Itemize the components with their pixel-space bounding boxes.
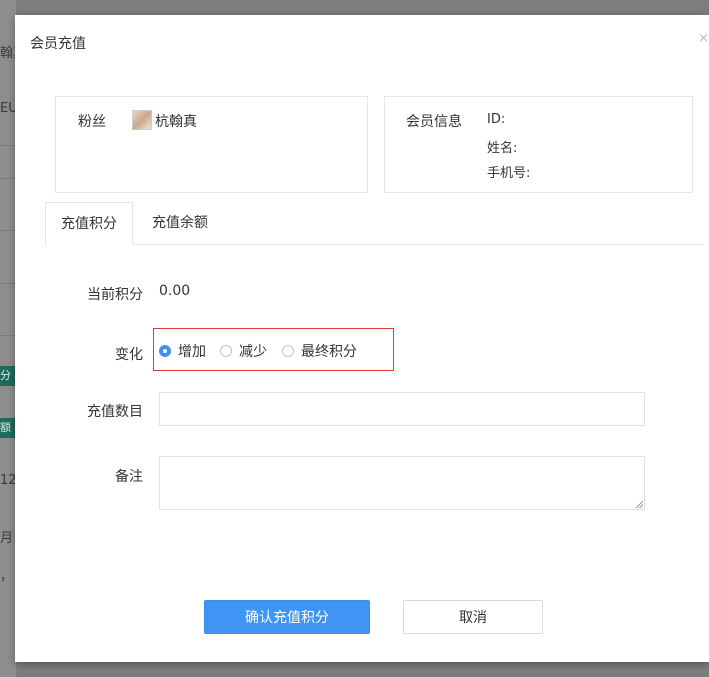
radio-final-points[interactable]: 最终积分 (282, 341, 357, 361)
amount-input[interactable] (159, 392, 645, 426)
bg-divider (0, 283, 16, 284)
radio-decrease-label: 减少 (239, 344, 267, 360)
current-points-value: 0.00 (159, 283, 191, 299)
bg-text-5: ， (0, 569, 14, 584)
confirm-recharge-button[interactable]: 确认充值积分 (204, 600, 370, 634)
background-page: 翰真 EUI 分演 额消 12 月 ， (0, 0, 26, 677)
change-label: 变化 (115, 347, 143, 363)
member-info-card: 会员信息 ID: 姓名: 手机号: (384, 96, 693, 193)
radio-decrease[interactable]: 减少 (220, 341, 267, 361)
member-id-label: ID: (487, 112, 506, 127)
modal-title: 会员充值 (30, 36, 86, 52)
radio-final-points-label: 最终积分 (301, 344, 357, 360)
bg-tag-1: 分演 (0, 366, 16, 386)
recharge-modal: 会员充值 × 粉丝 杭翰真 会员信息 ID: 姓名: 手机号: 充值积分 充值余… (15, 15, 709, 662)
fan-name: 杭翰真 (155, 114, 197, 130)
change-radio-group: 增加 减少 最终积分 (153, 328, 394, 371)
radio-increase-label: 增加 (178, 344, 206, 360)
bg-divider (0, 178, 16, 179)
radio-unchecked-icon (220, 345, 232, 357)
cancel-button[interactable]: 取消 (403, 600, 543, 634)
tab-bar: 充值积分 充值余额 (45, 202, 703, 246)
note-label: 备注 (115, 469, 143, 485)
tab-recharge-balance[interactable]: 充值余额 (137, 202, 223, 244)
bg-text-4: 月 (0, 531, 14, 546)
tab-recharge-points[interactable]: 充值积分 (45, 202, 133, 246)
amount-label: 充值数目 (87, 404, 143, 420)
radio-unchecked-icon (282, 345, 294, 357)
radio-increase[interactable]: 增加 (159, 341, 206, 361)
resize-handle-icon[interactable] (636, 501, 643, 508)
fan-label: 粉丝 (78, 114, 106, 130)
fan-card: 粉丝 杭翰真 (55, 96, 368, 193)
radio-checked-icon (159, 345, 171, 357)
member-phone-label: 手机号: (487, 166, 531, 181)
bg-tag-2: 额消 (0, 418, 16, 438)
note-textarea[interactable] (159, 456, 645, 510)
close-icon[interactable]: × (698, 31, 709, 46)
member-info-label: 会员信息 (406, 114, 462, 130)
avatar (132, 110, 152, 130)
bg-divider (0, 145, 16, 146)
bg-divider (0, 230, 16, 231)
current-points-label: 当前积分 (87, 287, 143, 303)
member-name-label: 姓名: (487, 141, 518, 156)
bg-divider (0, 335, 16, 336)
